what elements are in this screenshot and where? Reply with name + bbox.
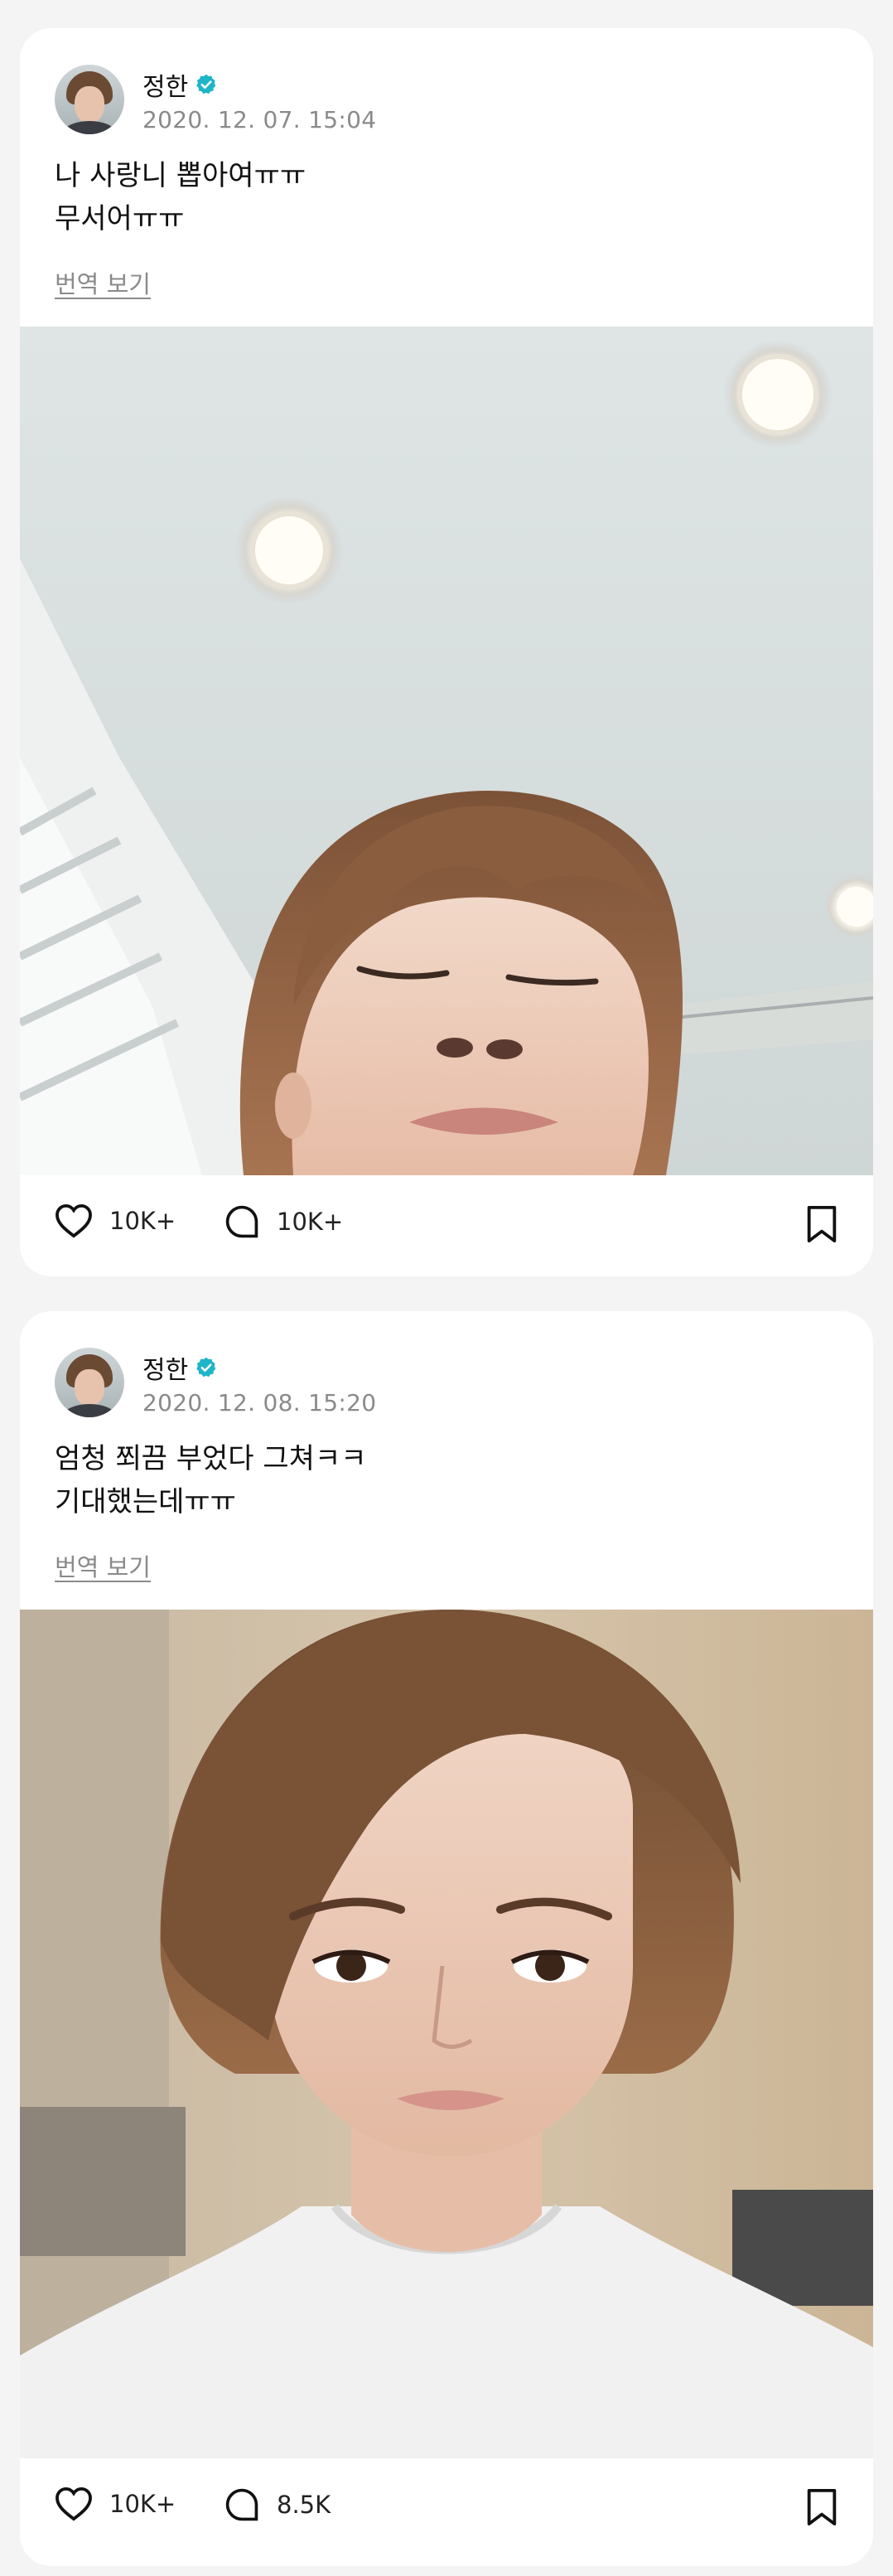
post-header: 정한 2020. 12. 08. 15:20: [55, 1348, 376, 1417]
post-feed: 정한 2020. 12. 07. 15:04 나 사랑니 뽑아여ㅠㅠ 무서어ㅠㅠ…: [0, 0, 893, 2576]
post-text-line: 기대했는데ㅠㅠ: [55, 1485, 236, 1518]
author-name[interactable]: 정한: [142, 1349, 188, 1386]
author-name[interactable]: 정한: [142, 66, 188, 103]
comment-button[interactable]: 10K+: [224, 1203, 343, 1240]
post-photo[interactable]: [20, 1610, 873, 2458]
translate-link[interactable]: 번역 보기: [55, 265, 151, 300]
post-text-line: 나 사랑니 뽑아여ㅠㅠ: [55, 159, 307, 192]
post-card[interactable]: 정한 2020. 12. 08. 15:20 엄청 쬐끔 부었다 그쳐ㅋㅋ 기대…: [20, 1311, 873, 2566]
post-text-line: 무서어ㅠㅠ: [55, 202, 185, 235]
comment-bubble-icon: [225, 1205, 258, 1238]
post-card[interactable]: 정한 2020. 12. 07. 15:04 나 사랑니 뽑아여ㅠㅠ 무서어ㅠㅠ…: [20, 28, 873, 1276]
comment-bubble-icon: [225, 2488, 258, 2521]
bookmark-icon: [807, 1205, 837, 1243]
post-photo[interactable]: [20, 327, 873, 1175]
comment-button[interactable]: 8.5K: [224, 2486, 331, 2523]
verified-badge-icon: [196, 74, 216, 94]
author-avatar[interactable]: [55, 1348, 124, 1417]
post-timestamp: 2020. 12. 07. 15:04: [142, 105, 377, 133]
author-avatar[interactable]: [55, 65, 124, 134]
heart-icon: [56, 2486, 92, 2521]
comment-count: 8.5K: [277, 2491, 331, 2519]
post-text: 엄청 쬐끔 부었다 그쳐ㅋㅋ 기대했는데ㅠㅠ: [55, 1437, 367, 1523]
like-button[interactable]: 10K+: [55, 2486, 176, 2521]
post-text-line: 엄청 쬐끔 부었다 그쳐ㅋㅋ: [55, 1442, 367, 1475]
bookmark-button[interactable]: [805, 1205, 838, 1247]
post-timestamp: 2020. 12. 08. 15:20: [142, 1388, 377, 1416]
comment-count: 10K+: [277, 1208, 344, 1236]
like-count: 10K+: [109, 2490, 176, 2518]
like-button[interactable]: 10K+: [55, 1203, 176, 1238]
verified-badge-icon: [196, 1357, 216, 1377]
translate-link[interactable]: 번역 보기: [55, 1548, 151, 1583]
bookmark-button[interactable]: [805, 2488, 838, 2530]
like-count: 10K+: [109, 1207, 176, 1235]
heart-icon: [56, 1203, 92, 1238]
post-actions: 10K+ 10K+: [20, 1175, 873, 1276]
post-actions: 10K+ 8.5K: [20, 2458, 873, 2559]
post-text: 나 사랑니 뽑아여ㅠㅠ 무서어ㅠㅠ: [55, 154, 306, 240]
post-header: 정한 2020. 12. 07. 15:04: [55, 65, 376, 134]
bookmark-icon: [807, 2488, 837, 2526]
